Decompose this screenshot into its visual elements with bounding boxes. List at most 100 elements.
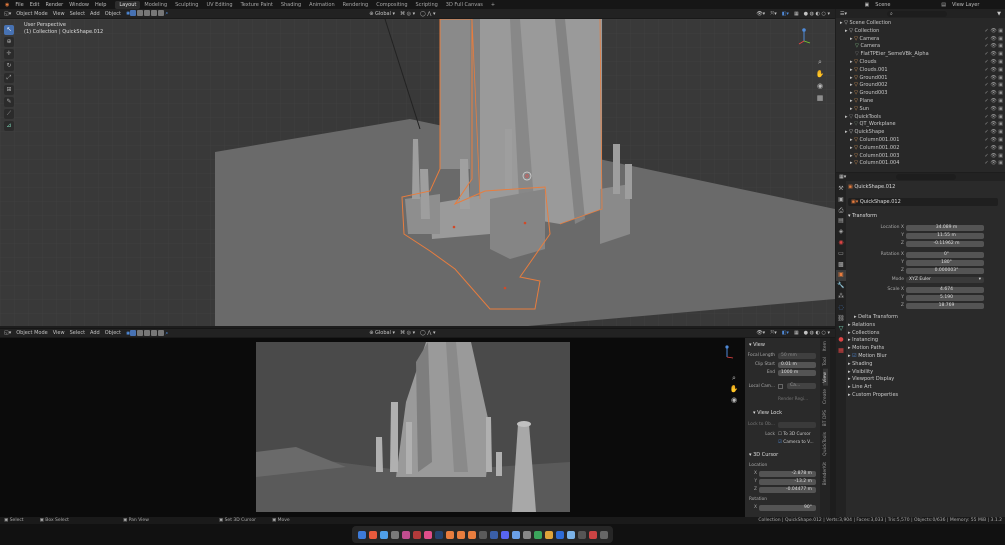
local-camera-field[interactable]: Ca... [787, 383, 816, 389]
camera-to-view-checkbox[interactable]: ☑ Camera to V... [778, 440, 816, 445]
outliner-row[interactable]: ▸ ▽ Column001.003 ✓ 👁 ▣ [836, 153, 1005, 161]
menu-help[interactable]: Help [95, 2, 106, 8]
viewport-3d-top[interactable]: User Perspective (1) Collection | QuickS… [0, 19, 835, 326]
cursor-x-field[interactable]: -2.878 m [759, 471, 816, 477]
visibility-toggle-icons[interactable]: ✓ 👁 ▣ [985, 51, 1003, 59]
proportional-edit-icon-bottom[interactable]: ◯ ⋀ ▾ [420, 330, 435, 336]
visibility-toggle-icons[interactable]: ✓ 👁 ▣ [985, 43, 1003, 51]
visibility-toggle-icons[interactable]: ✓ 👁 ▣ [985, 137, 1003, 145]
object-mode-dropdown[interactable]: Object Mode [16, 11, 48, 17]
tab-quicktools[interactable]: QuickTools [823, 429, 828, 459]
visibility-toggle-icons[interactable]: ✓ 👁 ▣ [985, 160, 1003, 168]
scene-selector[interactable]: Scene [875, 2, 935, 8]
viewport-menu-view[interactable]: View [53, 11, 65, 17]
workspace-tab-sculpting[interactable]: Sculpting [171, 1, 202, 9]
visibility-toggle-icons[interactable]: ✓ 👁 ▣ [985, 75, 1003, 83]
object-name-field[interactable]: ▣▾ QuickShape.012 [848, 198, 998, 206]
viewport-3d-camera[interactable]: ⌕ ✋ ◉ [0, 338, 745, 517]
physics-props-icon[interactable]: ◌ [838, 303, 843, 314]
blender-icon-3[interactable] [467, 530, 476, 539]
transform-section-header[interactable]: ▾ Transform [848, 213, 877, 219]
blender-icon[interactable] [445, 530, 454, 539]
camera-nav-gizmo[interactable] [717, 344, 737, 364]
viewport-bottom-menu-view[interactable]: View [53, 330, 65, 336]
property-panel-header[interactable]: ▸ Visibility [848, 369, 998, 377]
snap-icon[interactable]: ⌘ ◎ ▾ [400, 11, 415, 17]
outliner-editor-icon[interactable]: ☰▾ [840, 11, 847, 17]
local-camera-checkbox[interactable] [778, 384, 783, 389]
visibility-toggle-icons[interactable]: ✓ 👁 ▣ [985, 145, 1003, 153]
properties-search-input[interactable] [896, 174, 957, 180]
firefox-icon[interactable] [368, 530, 377, 539]
outliner-row[interactable]: ▸ ▽ Ground002 ✓ 👁 ▣ [836, 82, 1005, 90]
workspace-tab-compositing[interactable]: Compositing [372, 1, 411, 9]
visibility-toggle-icons[interactable]: ✓ 👁 ▣ [985, 90, 1003, 98]
view-lock-section-header[interactable]: ▾ View Lock [753, 410, 782, 416]
transform-orientation-dropdown[interactable]: ⊕ Global ▾ [369, 11, 395, 17]
tab-create[interactable]: Create [823, 386, 828, 407]
viewport-bottom-menu-select[interactable]: Select [70, 330, 85, 336]
clip-end-field[interactable]: 1000 m [778, 370, 816, 376]
visibility-toggle-icons[interactable]: ✓ 👁 ▣ [985, 153, 1003, 161]
visibility-toggle-icons[interactable]: ✓ 👁 ▣ [985, 129, 1003, 137]
trash-icon[interactable] [599, 530, 608, 539]
overlay-icon[interactable]: ◧▾ [782, 11, 789, 17]
cursor-tool[interactable]: ⊕ [4, 37, 14, 47]
tool-props-icon[interactable]: ⚒ [838, 184, 843, 195]
object-props-icon[interactable]: ▣ [836, 270, 846, 282]
constraints-props-icon[interactable]: ⛓ [837, 314, 845, 325]
workspace-tab-rendering[interactable]: Rendering [339, 1, 373, 9]
app-icon-20[interactable] [566, 530, 575, 539]
tab-view[interactable]: View [822, 369, 828, 386]
viewport-bottom-menu-add[interactable]: Add [90, 330, 100, 336]
visibility-toggle-icons[interactable]: ✓ 👁 ▣ [985, 106, 1003, 114]
visibility-toggle-icons[interactable]: ✓ 👁 ▣ [985, 121, 1003, 129]
app-icon-18[interactable] [544, 530, 553, 539]
gizmo-icon-bottom[interactable]: ⤧▾ [770, 330, 777, 336]
camera-view-icon-bottom[interactable]: ◉ [729, 395, 739, 406]
render-props-icon[interactable]: ▣ [838, 195, 844, 206]
app-icon-5[interactable] [401, 530, 410, 539]
visibility-toggle-icons[interactable]: ✓ 👁 ▣ [985, 28, 1003, 36]
outliner-row[interactable]: ▸ ▽ QuickShape ✓ 👁 ▣ [836, 129, 1005, 137]
app-icon-19[interactable] [555, 530, 564, 539]
proportional-edit-icon[interactable]: ◯ ⋀ ▾ [420, 11, 435, 17]
app-icon-7[interactable] [423, 530, 432, 539]
rotate-tool[interactable]: ↻ [4, 61, 14, 71]
menu-window[interactable]: Window [69, 2, 89, 8]
location-x-field[interactable]: 34.089 m [906, 225, 984, 231]
scene-props-icon[interactable]: ◈ [839, 227, 844, 238]
texture-props-icon[interactable]: ▩ [838, 260, 844, 271]
pan-hand-icon[interactable]: ✋ [815, 68, 825, 80]
cursor-z-field[interactable]: -0.04477 m [759, 487, 816, 493]
shading-mode-icons[interactable]: ● ◍ ◐ ○ ▾ [804, 11, 830, 17]
outliner-row[interactable]: ▸ ▽ Column001.001 ✓ 👁 ▣ [836, 137, 1005, 145]
particles-props-icon[interactable]: ⁂ [838, 292, 844, 303]
outliner-row[interactable]: ▸ ▽ Collection ✓ 👁 ▣ [836, 28, 1005, 36]
app-icon-12[interactable] [478, 530, 487, 539]
xray-icon-bottom[interactable]: ▦ [794, 330, 799, 336]
transform-tool[interactable]: ⊞ [4, 85, 14, 95]
outliner-row[interactable]: ▸ ▽ Camera ✓ 👁 ▣ [836, 36, 1005, 44]
visibility-toggle-icons[interactable]: ✓ 👁 ▣ [985, 82, 1003, 90]
visibility-toggle-icons[interactable]: ✓ 👁 ▣ [985, 36, 1003, 44]
add-cube-tool[interactable]: ⊿ [4, 121, 14, 131]
lock-to-3d-cursor-checkbox[interactable]: ☐ To 3D Cursor [778, 432, 816, 437]
shading-mode-icons-bottom[interactable]: ● ◍ ◐ ○ ▾ [804, 330, 830, 336]
3d-cursor-section-header[interactable]: ▾ 3D Cursor [749, 452, 778, 458]
finder-icon[interactable] [357, 530, 366, 539]
output-props-icon[interactable]: ⎙ [839, 206, 844, 217]
outliner-row[interactable]: ▸ ▽ Column001.004 ✓ 👁 ▣ [836, 160, 1005, 168]
collection-props-icon[interactable]: ▭ [838, 249, 844, 260]
tab-tool[interactable]: Tool [823, 354, 828, 369]
rotation-z-field[interactable]: 0.000003° [906, 268, 984, 274]
outliner-row[interactable]: ▽ Camera ✓ 👁 ▣ [836, 43, 1005, 51]
clip-start-field[interactable]: 0.01 m [778, 362, 816, 368]
cursor-rot-x-field[interactable]: 90° [759, 505, 816, 511]
lock-to-object-field[interactable] [778, 422, 816, 428]
chrome-icon[interactable] [379, 530, 388, 539]
view-layer-props-icon[interactable]: ▤ [838, 216, 844, 227]
tab-item[interactable]: Item [823, 338, 828, 354]
visibility-icon-bottom[interactable]: 👁▾ [756, 330, 765, 336]
viewport-menu-object[interactable]: Object [105, 11, 121, 17]
